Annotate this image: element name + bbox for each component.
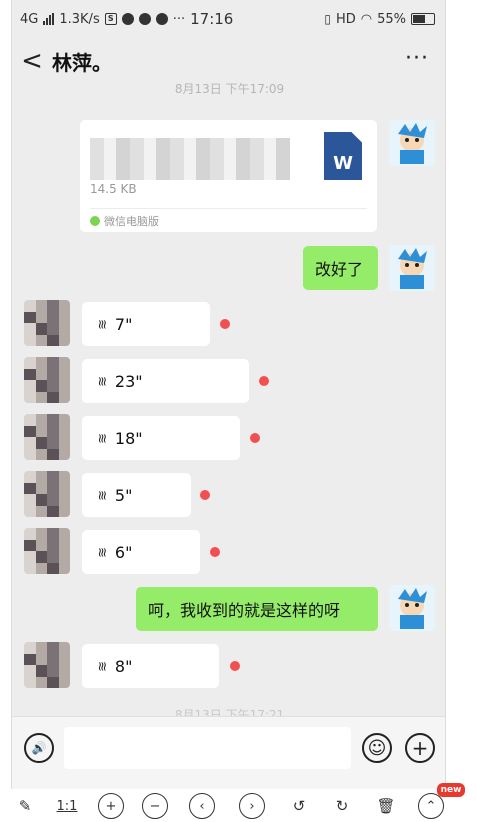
message-input[interactable] xyxy=(64,727,351,769)
voice-message-3[interactable]: ≋ 18" xyxy=(82,416,240,460)
contact-avatar[interactable] xyxy=(24,414,70,460)
word-file-icon: W xyxy=(324,132,362,180)
zoom-out-icon[interactable]: − xyxy=(142,793,168,819)
message-icon xyxy=(155,13,168,25)
voice-wave-icon: ≋ xyxy=(93,660,109,672)
unread-dot xyxy=(220,319,230,329)
network-label: 4G xyxy=(20,11,39,27)
my-avatar[interactable] xyxy=(389,245,435,291)
zoom-in-icon[interactable]: + xyxy=(98,793,124,819)
rotate-left-icon[interactable]: ↺ xyxy=(286,793,312,819)
voice-wave-icon: ≋ xyxy=(93,318,109,330)
file-source-label: 微信电脑版 xyxy=(104,215,159,228)
collapse-icon[interactable]: ⌃ xyxy=(418,793,444,819)
contact-avatar[interactable] xyxy=(24,357,70,403)
unread-dot xyxy=(259,376,269,386)
file-message-card[interactable]: W 14.5 KB 微信电脑版 xyxy=(80,120,377,232)
plus-icon: + xyxy=(411,736,429,760)
emoji-button[interactable]: ☺ xyxy=(362,733,392,763)
file-name-blurred xyxy=(90,138,290,180)
speed-label: 1.3K/s xyxy=(59,11,100,27)
file-source: 微信电脑版 xyxy=(90,213,159,229)
qq-icon xyxy=(121,13,134,25)
status-bar: 4G 1.3K/s S ··· 17:16 ▯ HD ◠ 55% xyxy=(12,0,445,38)
ball-icon xyxy=(138,13,151,25)
back-button[interactable]: < xyxy=(12,38,52,84)
unread-dot xyxy=(210,547,220,557)
clock: 17:16 xyxy=(190,10,234,28)
emoji-icon: ☺ xyxy=(367,737,387,759)
voice-duration: 23" xyxy=(114,371,143,391)
voice-wave-icon: ≋ xyxy=(93,489,109,501)
chat-header: < 林萍。 ··· xyxy=(12,38,445,84)
chat-title: 林萍。 xyxy=(52,50,112,75)
voice-wave-icon: ≋ xyxy=(93,546,109,558)
my-message-2[interactable]: 呵，我收到的就是这样的呀 xyxy=(136,587,378,631)
contact-avatar[interactable] xyxy=(24,528,70,574)
timestamp-top: 8月13日 下午17:09 xyxy=(174,82,285,96)
voice-duration: 7" xyxy=(114,314,133,334)
new-badge: new xyxy=(437,783,465,797)
wechat-pc-icon xyxy=(90,216,100,226)
my-avatar[interactable] xyxy=(389,120,435,166)
rotate-right-icon[interactable]: ↻ xyxy=(329,793,355,819)
file-size: 14.5 KB xyxy=(90,182,137,196)
voice-duration: 6" xyxy=(114,542,133,562)
voice-wave-icon: ≋ xyxy=(93,432,109,444)
voice-duration: 8" xyxy=(114,656,133,676)
signal-icon xyxy=(43,13,55,25)
input-bar: 🔊 ☺ + xyxy=(12,716,445,789)
edit-icon[interactable]: ✎ xyxy=(12,793,38,819)
voice-wave-icon: ≋ xyxy=(93,375,109,387)
file-divider xyxy=(90,208,367,209)
battery-icon xyxy=(411,13,435,25)
delete-icon[interactable]: 🗑 xyxy=(373,793,399,819)
phone-screen: 4G 1.3K/s S ··· 17:16 ▯ HD ◠ 55% < 林萍。 ·… xyxy=(11,0,446,789)
voice-message-1[interactable]: ≋ 7" xyxy=(82,302,210,346)
next-icon[interactable]: › xyxy=(239,793,265,819)
my-message-1[interactable]: 改好了 xyxy=(303,246,378,290)
actual-size-button[interactable]: 1:1 xyxy=(54,793,80,819)
my-avatar[interactable] xyxy=(389,585,435,631)
contact-avatar[interactable] xyxy=(24,642,70,688)
unread-dot xyxy=(200,490,210,500)
more-notifications: ··· xyxy=(172,11,186,27)
contact-avatar[interactable] xyxy=(24,471,70,517)
voice-duration: 5" xyxy=(114,485,133,505)
hd-label: HD xyxy=(335,11,356,27)
unread-dot xyxy=(250,433,260,443)
voice-message-5[interactable]: ≋ 6" xyxy=(82,530,200,574)
vibrate-icon: ▯ xyxy=(324,12,331,26)
app-s-icon: S xyxy=(104,13,117,25)
battery-label: 55% xyxy=(377,11,406,27)
previous-icon[interactable]: ‹ xyxy=(189,793,215,819)
contact-avatar[interactable] xyxy=(24,300,70,346)
voice-message-4[interactable]: ≋ 5" xyxy=(82,473,191,517)
unread-dot xyxy=(230,661,240,671)
voice-duration: 18" xyxy=(114,428,143,448)
more-button[interactable]: ··· xyxy=(405,46,429,71)
plus-button[interactable]: + xyxy=(405,733,435,763)
wifi-icon: ◠ xyxy=(360,11,373,27)
voice-icon: 🔊 xyxy=(31,741,47,755)
voice-message-6[interactable]: ≋ 8" xyxy=(82,644,219,688)
viewer-toolbar: ✎ 1:1 + − ‹ › ↺ ↻ 🗑 ⌃ xyxy=(0,789,477,822)
voice-message-2[interactable]: ≋ 23" xyxy=(82,359,249,403)
voice-mode-button[interactable]: 🔊 xyxy=(24,733,54,763)
